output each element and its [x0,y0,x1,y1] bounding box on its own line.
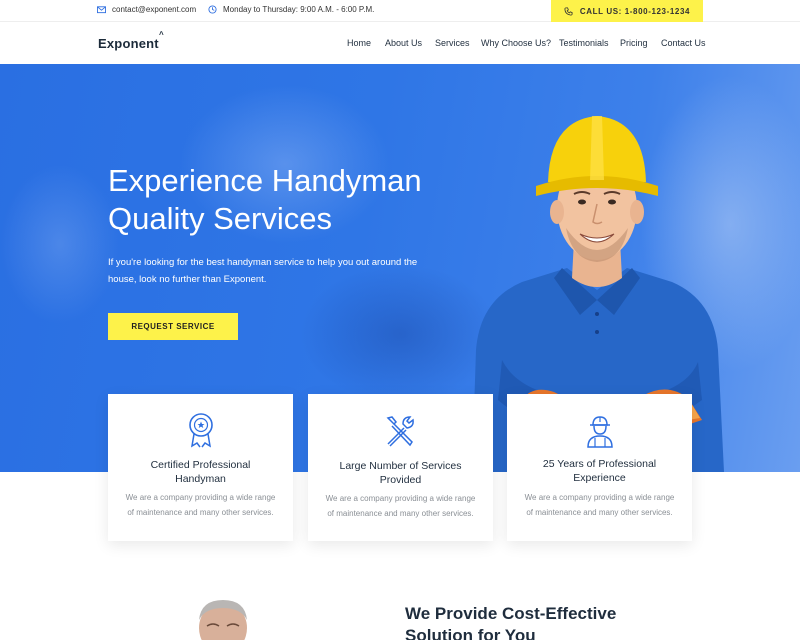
nav-item-about-us[interactable]: About Us [385,38,422,48]
card-description-line: We are a company providing a wide range [125,493,276,502]
nav-item-testimonials[interactable]: Testimonials [559,38,609,48]
card-description-line: of maintenance and many other services. [327,509,474,518]
logo-caret-icon: ^ [158,30,164,39]
section-title-line: Solution for You [405,626,536,640]
hero-description: If you're looking for the best handyman … [108,254,438,288]
nav-item-home[interactable]: Home [347,38,371,48]
hero-title: Experience Handyman Quality Services [108,162,488,238]
card-title: 25 Years of Professional Experience [517,457,682,485]
award-badge-icon [188,413,213,448]
card-title-line: Provided [379,474,422,486]
nav-item-pricing[interactable]: Pricing [620,38,648,48]
hero-title-line: Quality Services [108,201,332,236]
section-title-line: We Provide Cost-Effective [405,604,617,623]
main-navigation: Exponent ^ Home About Us Services Why Ch… [0,22,800,64]
card-description: We are a company providing a wide range … [122,490,279,520]
nav-item-why-choose-us[interactable]: Why Choose Us? [481,38,551,48]
call-us-label[interactable]: CALL US: 1-800-123-1234 [580,7,690,16]
card-title: Large Number of Services Provided [318,459,483,487]
card-description-line: We are a company providing a wide range [524,493,675,502]
hero-background-shape [0,164,120,324]
hero-description-line: house, look no further than Exponent. [108,274,267,285]
wrench-screwdriver-icon [386,416,414,447]
card-title-line: Handyman [175,473,226,485]
card-icon-wrap [308,414,493,450]
nav-item-contact-us[interactable]: Contact Us [661,38,706,48]
card-description: We are a company providing a wide range … [521,490,678,520]
card-title-line: Large Number of Services [339,460,462,472]
hours-text: Monday to Thursday: 9:00 A.M. - 6:00 P.M… [223,5,375,14]
team-member-photo [199,600,247,640]
card-title-line: Certified Professional [150,459,251,471]
card-description-line: of maintenance and many other services. [127,508,274,517]
phone-icon [564,6,573,16]
nav-item-services[interactable]: Services [435,38,470,48]
worker-helmet-icon [586,416,613,448]
logo-text[interactable]: Exponent [98,36,159,51]
email-text[interactable]: contact@exponent.com [112,5,196,14]
card-title: Certified Professional Handyman [118,458,283,486]
call-us-button[interactable]: CALL US: 1-800-123-1234 [551,0,703,22]
card-title-line: Experience [573,472,626,484]
card-title-line: 25 Years of Professional [542,458,657,470]
hero-description-line: If you're looking for the best handyman … [108,257,418,268]
hero-title-line: Experience Handyman [108,163,422,198]
top-bar: contact@exponent.com Monday to Thursday:… [0,0,800,22]
working-hours: Monday to Thursday: 9:00 A.M. - 6:00 P.M… [208,5,374,14]
request-service-button[interactable]: REQUEST SERVICE [108,313,238,340]
card-icon-wrap [507,414,692,450]
logo[interactable]: Exponent ^ [98,30,164,51]
feature-card-experience: 25 Years of Professional Experience We a… [507,394,692,541]
section-title: We Provide Cost-Effective Solution for Y… [405,603,705,640]
feature-card-services: Large Number of Services Provided We are… [308,394,493,541]
feature-card-certified: Certified Professional Handyman We are a… [108,394,293,541]
card-description-line: of maintenance and many other services. [526,508,673,517]
envelope-icon [97,6,106,14]
card-icon-wrap [108,412,293,448]
card-description-line: We are a company providing a wide range [325,494,476,503]
card-description: We are a company providing a wide range … [322,491,479,521]
clock-icon [208,5,217,14]
contact-email[interactable]: contact@exponent.com [97,5,196,14]
